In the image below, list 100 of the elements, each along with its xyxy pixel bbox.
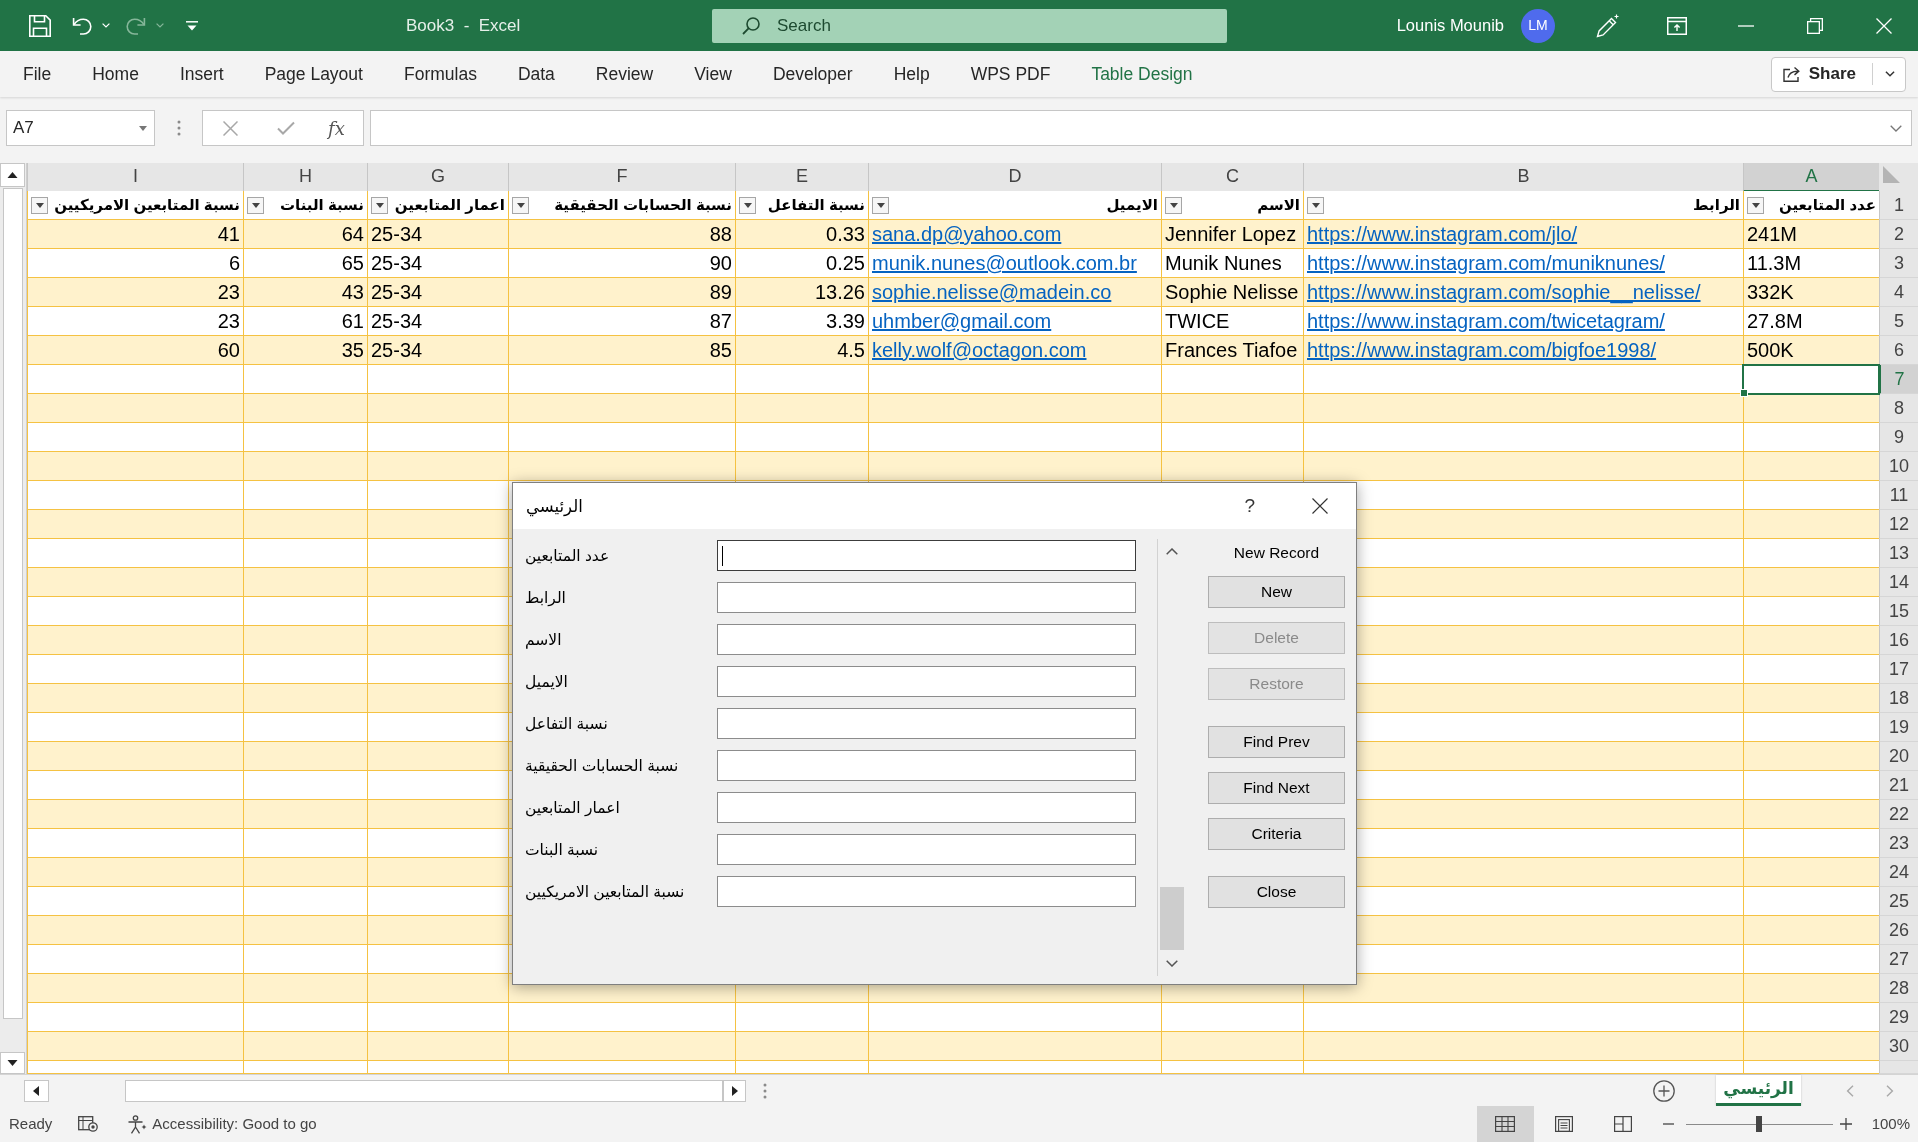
link[interactable]: https://www.instagram.com/bigfoe1998/ bbox=[1307, 339, 1657, 361]
input-field[interactable] bbox=[717, 666, 1136, 697]
row-header[interactable]: 12 bbox=[1879, 510, 1918, 539]
link[interactable]: uhmber@gmail.com bbox=[872, 310, 1052, 332]
row-header[interactable]: 9 bbox=[1879, 423, 1918, 452]
input-field[interactable] bbox=[717, 708, 1136, 739]
close-icon[interactable] bbox=[1312, 498, 1328, 514]
ribbon-tab[interactable]: Data bbox=[496, 52, 575, 96]
minimize-icon[interactable] bbox=[1737, 24, 1754, 27]
input-field[interactable] bbox=[717, 750, 1136, 781]
input-field[interactable] bbox=[717, 876, 1136, 907]
scroll-up-icon[interactable] bbox=[0, 163, 25, 187]
ribbon-tab[interactable]: Developer bbox=[751, 52, 873, 96]
row-header[interactable]: 17 bbox=[1879, 655, 1918, 684]
row-header[interactable]: 3 bbox=[1879, 249, 1918, 278]
chevron-up-icon[interactable] bbox=[1165, 548, 1178, 555]
search-field[interactable]: Search bbox=[712, 8, 1227, 43]
ribbon-tab[interactable]: View bbox=[673, 52, 752, 96]
dialog-button[interactable]: Criteria bbox=[1208, 818, 1345, 850]
input-field[interactable] bbox=[717, 540, 1136, 571]
column-header[interactable]: F bbox=[508, 163, 735, 192]
column-header[interactable]: B bbox=[1303, 163, 1743, 192]
filter-dropdown-button[interactable] bbox=[1307, 196, 1324, 214]
ribbon-display-icon[interactable] bbox=[1666, 16, 1687, 35]
row-header[interactable]: 18 bbox=[1879, 684, 1918, 713]
link[interactable]: sophie.nelisse@madein.co bbox=[872, 281, 1112, 303]
ribbon-tab[interactable]: Help bbox=[872, 52, 950, 96]
help-button[interactable]: ? bbox=[1244, 491, 1255, 521]
scrollbar-thumb[interactable] bbox=[1159, 887, 1184, 950]
zoom-in-icon[interactable] bbox=[1839, 1118, 1852, 1130]
input-field[interactable] bbox=[717, 792, 1136, 823]
zoom-level[interactable]: 100% bbox=[1871, 1112, 1910, 1136]
macro-record-icon[interactable] bbox=[78, 1116, 99, 1132]
ribbon-tab[interactable]: Table Design bbox=[1070, 52, 1213, 96]
row-header[interactable]: 1 bbox=[1879, 191, 1918, 220]
column-header[interactable]: E bbox=[735, 163, 868, 192]
dialog-button[interactable]: Find Next bbox=[1208, 772, 1345, 804]
row-header[interactable]: 27 bbox=[1879, 945, 1918, 974]
filter-dropdown-button[interactable] bbox=[512, 196, 529, 214]
scroll-right-icon[interactable] bbox=[723, 1079, 746, 1102]
add-sheet-icon[interactable] bbox=[1653, 1079, 1675, 1102]
scrollbar-thumb[interactable] bbox=[2, 188, 23, 1019]
link[interactable]: https://www.instagram.com/twicetagram/ bbox=[1307, 310, 1665, 332]
row-header[interactable]: 6 bbox=[1879, 336, 1918, 365]
insert-function-button[interactable]: fx bbox=[328, 114, 345, 142]
row-header[interactable]: 28 bbox=[1879, 974, 1918, 1003]
link[interactable]: https://www.instagram.com/jlo/ bbox=[1307, 223, 1578, 245]
filter-dropdown-button[interactable] bbox=[872, 196, 889, 214]
scroll-left-icon[interactable] bbox=[24, 1079, 49, 1102]
link[interactable]: munik.nunes@outlook.com.br bbox=[872, 252, 1137, 274]
dialog-button[interactable]: New bbox=[1208, 576, 1345, 608]
undo-icon[interactable] bbox=[72, 16, 92, 35]
filter-dropdown-button[interactable] bbox=[739, 196, 756, 214]
ribbon-tab[interactable]: Formulas bbox=[382, 52, 497, 96]
customize-icon[interactable] bbox=[186, 20, 198, 31]
row-header[interactable]: 26 bbox=[1879, 916, 1918, 945]
row-header[interactable]: 22 bbox=[1879, 800, 1918, 829]
check-icon[interactable] bbox=[277, 121, 295, 135]
row-header[interactable]: 25 bbox=[1879, 887, 1918, 916]
ribbon-tab[interactable]: Insert bbox=[158, 52, 244, 96]
row-header[interactable]: 8 bbox=[1879, 394, 1918, 423]
scrollbar-thumb[interactable] bbox=[125, 1079, 723, 1102]
row-header[interactable]: 13 bbox=[1879, 539, 1918, 568]
row-header[interactable]: 11 bbox=[1879, 481, 1918, 510]
pen-icon[interactable] bbox=[1595, 13, 1620, 38]
row-header[interactable]: 14 bbox=[1879, 568, 1918, 597]
link[interactable]: kelly.wolf@octagon.com bbox=[872, 339, 1087, 361]
dialog-button[interactable]: Close bbox=[1208, 876, 1345, 908]
name-box[interactable]: A7 bbox=[6, 110, 155, 146]
row-header[interactable]: 16 bbox=[1879, 626, 1918, 655]
expand-icon[interactable] bbox=[1890, 124, 1902, 132]
chevron-down-icon[interactable] bbox=[1165, 960, 1178, 967]
user-avatar[interactable]: LM bbox=[1521, 8, 1555, 43]
row-header[interactable]: 2 bbox=[1879, 220, 1918, 249]
filter-dropdown-button[interactable] bbox=[1165, 196, 1182, 214]
row-header[interactable]: 15 bbox=[1879, 597, 1918, 626]
accessibility-status[interactable]: Accessibility: Good to go bbox=[152, 1112, 317, 1136]
sheet-tab[interactable]: الرئيسي bbox=[1716, 1075, 1801, 1106]
link[interactable]: https://www.instagram.com/sophie__nelisse/ bbox=[1307, 281, 1701, 303]
input-field[interactable] bbox=[717, 582, 1136, 613]
scroll-down-icon[interactable] bbox=[0, 1052, 25, 1074]
restore-icon[interactable] bbox=[1806, 17, 1823, 34]
active-cell[interactable] bbox=[1743, 365, 1879, 394]
ribbon-tab[interactable]: Home bbox=[71, 52, 159, 96]
row-header[interactable]: 4 bbox=[1879, 278, 1918, 307]
column-header[interactable]: G bbox=[367, 163, 508, 192]
save-icon[interactable] bbox=[29, 14, 51, 37]
row-header[interactable]: 23 bbox=[1879, 829, 1918, 858]
row-header[interactable]: 21 bbox=[1879, 771, 1918, 800]
slider-thumb[interactable] bbox=[1756, 1116, 1763, 1132]
filter-dropdown-button[interactable] bbox=[371, 196, 388, 214]
normal-view-button[interactable] bbox=[1476, 1106, 1534, 1142]
column-header[interactable]: C bbox=[1161, 163, 1303, 192]
row-header[interactable]: 5 bbox=[1879, 307, 1918, 336]
dialog-button[interactable]: Find Prev bbox=[1208, 726, 1345, 758]
ribbon-tab[interactable]: Review bbox=[574, 52, 674, 96]
caret-icon[interactable] bbox=[1885, 71, 1895, 77]
ribbon-tab[interactable]: Page Layout bbox=[243, 52, 383, 96]
ribbon-tab[interactable]: WPS PDF bbox=[949, 52, 1071, 96]
fill-handle-icon[interactable] bbox=[1740, 389, 1748, 397]
